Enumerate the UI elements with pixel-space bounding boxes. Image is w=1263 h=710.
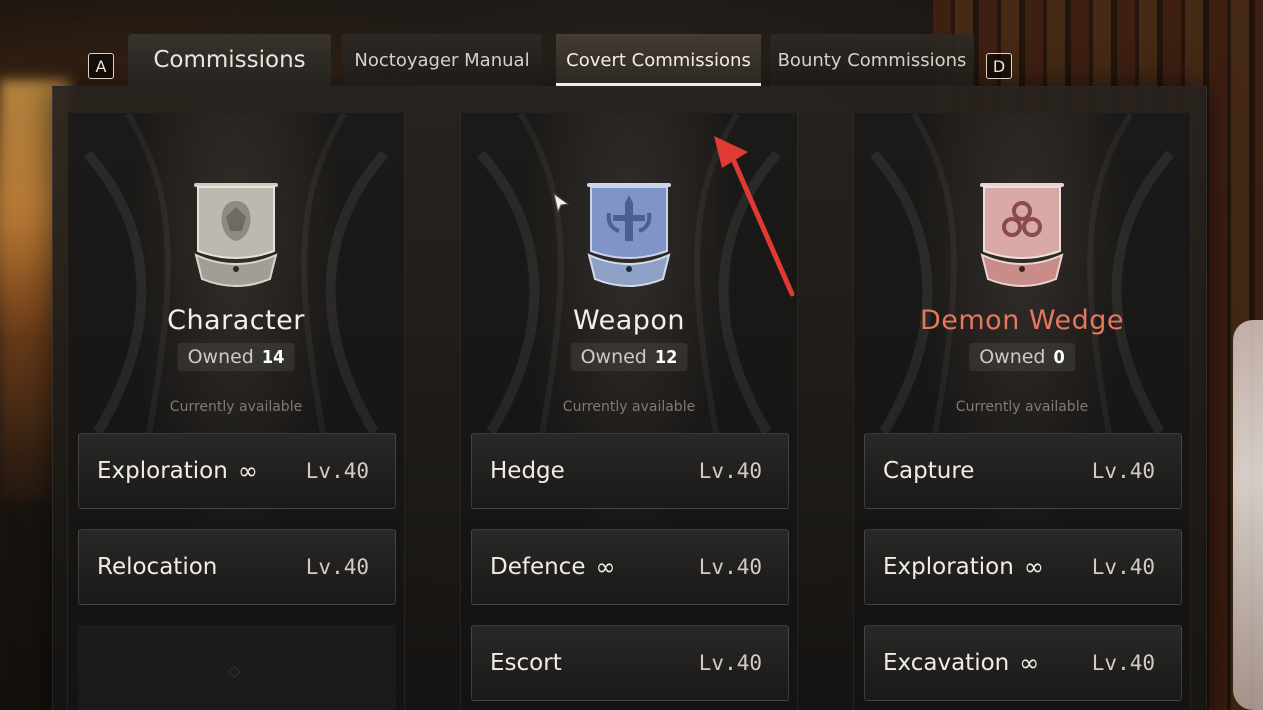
card-title: Weapon: [572, 305, 686, 336]
availability-text: Currently available: [562, 399, 696, 415]
owned-label: Owned: [580, 346, 647, 368]
entry-name: Escort: [490, 650, 562, 676]
owned-badge: Owned 0: [969, 343, 1075, 371]
infinity-icon: ∞: [1023, 553, 1044, 581]
commission-entry-hedge[interactable]: Hedge Lv.40: [471, 433, 789, 509]
character-emblem-icon: [194, 183, 278, 287]
weapon-emblem-icon: [587, 183, 671, 287]
owned-count: 0: [1053, 346, 1065, 368]
empty-commission-slot: ◇: [78, 625, 396, 710]
entry-name-wrap: Excavation ∞: [883, 649, 1039, 677]
demon-wedge-commission-card: Demon Wedge Owned 0 Currently available …: [853, 112, 1191, 710]
tab-noctoyager-manual[interactable]: Noctoyager Manual: [342, 34, 542, 86]
entry-name-wrap: Escort: [490, 650, 562, 676]
availability-text: Currently available: [169, 399, 303, 415]
entry-name-wrap: Exploration ∞: [97, 457, 258, 485]
next-tab-key-hint[interactable]: D: [986, 53, 1012, 79]
annotation-arrow-icon: [714, 136, 795, 297]
entry-level: Lv.40: [305, 459, 369, 483]
owned-label: Owned: [979, 346, 1046, 368]
infinity-icon: ∞: [237, 457, 258, 485]
entry-name-wrap: Capture: [883, 458, 974, 484]
infinity-icon: ∞: [595, 553, 616, 581]
commission-entry-defence[interactable]: Defence ∞ Lv.40: [471, 529, 789, 605]
mouse-cursor-icon: [553, 192, 570, 214]
owned-label: Owned: [187, 346, 254, 368]
empty-slot-icon: ◇: [228, 661, 241, 680]
entry-name: Exploration: [97, 458, 228, 484]
entry-name: Relocation: [97, 554, 218, 580]
entry-name-wrap: Hedge: [490, 458, 565, 484]
background-character: [1233, 320, 1263, 710]
infinity-icon: ∞: [1019, 649, 1040, 677]
character-commission-card: Character Owned 14 Currently available E…: [67, 112, 405, 710]
entry-level: Lv.40: [305, 555, 369, 579]
owned-badge: Owned 12: [570, 343, 688, 371]
entry-name-wrap: Defence ∞: [490, 553, 615, 581]
availability-text: Currently available: [955, 399, 1089, 415]
entry-level: Lv.40: [698, 651, 762, 675]
commission-entry-exploration[interactable]: Exploration ∞ Lv.40: [864, 529, 1182, 605]
owned-badge: Owned 14: [177, 343, 295, 371]
entry-name: Excavation: [883, 650, 1010, 676]
entry-level: Lv.40: [698, 459, 762, 483]
entry-name: Exploration: [883, 554, 1014, 580]
entry-level: Lv.40: [698, 555, 762, 579]
tab-bar: A Commissions Noctoyager Manual Covert C…: [86, 34, 1026, 86]
entry-name-wrap: Relocation: [97, 554, 217, 580]
prev-tab-key-hint[interactable]: A: [88, 53, 114, 79]
demon-wedge-emblem-icon: [980, 183, 1064, 287]
owned-count: 14: [261, 346, 285, 368]
entry-name: Defence: [490, 554, 586, 580]
tab-commissions[interactable]: Commissions: [128, 34, 331, 86]
entry-level: Lv.40: [1091, 555, 1155, 579]
card-title: Demon Wedge: [919, 305, 1125, 336]
tab-covert-commissions[interactable]: Covert Commissions: [556, 34, 761, 86]
commission-entry-escort[interactable]: Escort Lv.40: [471, 625, 789, 701]
owned-count: 12: [654, 346, 678, 368]
tab-bounty-commissions[interactable]: Bounty Commissions: [770, 34, 974, 86]
commission-entry-capture[interactable]: Capture Lv.40: [864, 433, 1182, 509]
commission-entry-exploration[interactable]: Exploration ∞ Lv.40: [78, 433, 396, 509]
commission-entry-excavation[interactable]: Excavation ∞ Lv.40: [864, 625, 1182, 701]
entry-name-wrap: Exploration ∞: [883, 553, 1044, 581]
entry-name: Hedge: [490, 458, 565, 484]
entry-level: Lv.40: [1091, 459, 1155, 483]
card-title: Character: [167, 305, 305, 336]
commission-entry-relocation[interactable]: Relocation Lv.40: [78, 529, 396, 605]
entry-name: Capture: [883, 458, 975, 484]
entry-level: Lv.40: [1091, 651, 1155, 675]
